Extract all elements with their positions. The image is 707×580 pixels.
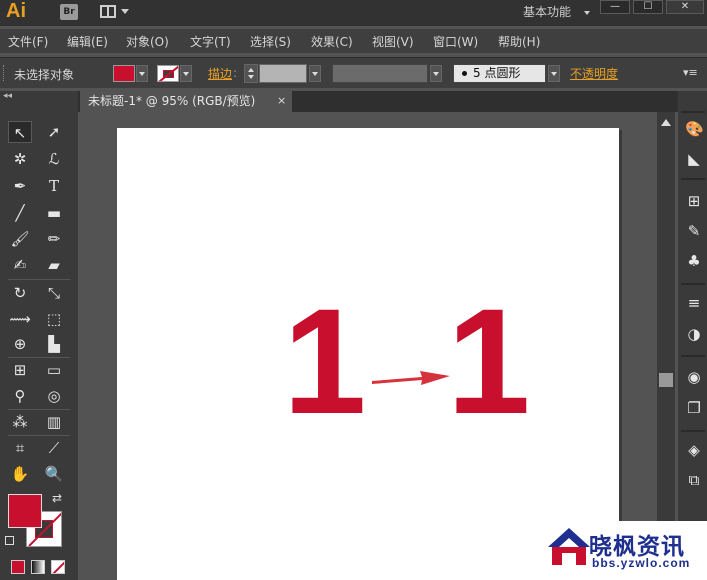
graphic-styles-icon[interactable]: ❐ [685,399,703,417]
brushes-icon[interactable]: ✎ [685,222,703,240]
direct-selection-tool-icon[interactable]: ➚ [42,121,66,143]
shape-builder-tool-icon[interactable]: ⊕ [8,333,32,355]
menu-file[interactable]: 文件(F) [8,33,48,50]
perspective-grid-tool-icon[interactable]: ▙ [42,333,66,355]
stroke-weight-spinner[interactable] [244,64,258,83]
grip-icon[interactable] [3,65,7,81]
control-bar: 未选择对象 描边 : 5 点圆形 不透明度 ▾≡ [0,57,707,88]
app-logo: Ai [6,0,26,22]
stroke-color-swatch[interactable] [157,65,179,82]
menu-bar: 文件(F) 编辑(E) 对象(O) 文字(T) 选择(S) 效果(C) 视图(V… [0,29,707,53]
pen-tool-icon[interactable]: ✒ [8,175,32,197]
panel-menu-icon[interactable]: ▾≡ [683,66,698,79]
appearance-icon[interactable]: ◉ [685,368,703,386]
pencil-tool-icon[interactable]: ✏ [42,228,66,250]
eraser-tool-icon[interactable]: ▰ [42,254,66,276]
menu-help[interactable]: 帮助(H) [498,33,540,50]
width-tool-icon[interactable]: ⟿ [8,308,32,330]
artwork-arrow[interactable] [370,368,452,388]
scale-tool-icon[interactable]: ⤡ [42,282,66,304]
arrange-documents-button[interactable] [100,4,130,20]
artwork-left-digit[interactable]: 1 [283,286,366,436]
eyedropper-tool-icon[interactable]: ⚲ [8,385,32,407]
color-icon[interactable]: 🎨 [685,120,704,138]
brush-definition-label: 5 点圆形 [473,66,521,80]
transparency-icon[interactable]: ◑ [685,325,703,343]
gradient-mode-button[interactable] [31,560,45,574]
stroke-dropdown[interactable] [180,65,192,82]
arrange-documents-icon [100,5,116,18]
fill-color-swatch[interactable] [113,65,135,82]
menu-view[interactable]: 视图(V) [372,33,414,50]
bridge-button[interactable]: Br [60,4,78,20]
blob-brush-tool-icon[interactable]: ✍ [8,254,32,276]
menu-effect[interactable]: 效果(C) [311,33,353,50]
lasso-tool-icon[interactable]: ℒ [42,148,66,170]
free-transform-tool-icon[interactable]: ⬚ [42,308,66,330]
none-slash-icon [158,66,178,81]
stroke-panel-link[interactable]: 描边 [208,65,232,82]
close-tab-icon[interactable]: × [277,94,286,107]
menu-edit[interactable]: 编辑(E) [67,33,108,50]
scroll-thumb[interactable] [659,373,673,387]
chevron-down-icon [121,9,129,14]
line-segment-tool-icon[interactable]: ╱ [8,202,32,224]
vertical-scrollbar[interactable] [657,112,675,580]
rectangle-tool-icon[interactable]: ▬ [42,202,66,224]
zoom-tool-icon[interactable]: 🔍 [42,463,66,485]
menu-window[interactable]: 窗口(W) [433,33,478,50]
stroke-weight-input[interactable] [259,64,307,83]
swatches-icon[interactable]: ⊞ [685,192,703,210]
fill-color-box[interactable] [8,494,42,528]
artwork-right-digit[interactable]: 1 [447,286,530,436]
brush-dot-icon [462,71,467,76]
menu-object[interactable]: 对象(O) [126,33,169,50]
paintbrush-tool-icon[interactable]: 🖌 [8,228,32,250]
mesh-tool-icon[interactable]: ⊞ [8,359,32,381]
gradient-tool-icon[interactable]: ▭ [42,359,66,381]
selection-status: 未选择对象 [14,68,75,82]
swap-fill-stroke-icon[interactable]: ⇄ [52,491,62,505]
default-colors-icon[interactable] [5,536,14,545]
menu-select[interactable]: 选择(S) [250,33,291,50]
workspace-switcher[interactable]: 基本功能 [523,3,571,20]
symbols-icon[interactable]: ♣ [685,252,703,270]
brush-dropdown[interactable] [548,65,560,82]
tools-panel-header[interactable]: ◂◂ [0,91,78,103]
magic-wand-tool-icon[interactable]: ✲ [8,148,32,170]
slice-tool-icon[interactable]: ⟋ [42,437,66,459]
type-tool-icon[interactable]: T [42,175,66,197]
opacity-panel-link[interactable]: 不透明度 [570,65,618,82]
hand-tool-icon[interactable]: ✋ [8,463,32,485]
fill-dropdown[interactable] [136,65,148,82]
artboard[interactable] [117,128,619,580]
blend-tool-icon[interactable]: ◎ [42,385,66,407]
layers-icon[interactable]: ◈ [685,441,703,459]
minimize-button[interactable]: — [600,0,630,14]
none-mode-button[interactable] [51,560,65,574]
color-mode-button[interactable] [11,560,25,574]
variable-width-profile[interactable] [332,64,428,83]
document-tab-title: 未标题-1* @ 95% (RGB/预览) [88,94,256,108]
column-graph-tool-icon[interactable]: ▥ [42,411,66,433]
close-button[interactable]: ✕ [666,0,704,14]
profile-dropdown[interactable] [430,65,442,82]
brush-definition[interactable]: 5 点圆形 [453,64,546,83]
stroke-weight-dropdown[interactable] [309,65,321,82]
selection-tool-icon[interactable]: ↖ [8,121,32,143]
artboards-icon[interactable]: ⧉ [685,471,703,489]
stroke-icon[interactable]: ≡ [685,294,703,312]
scroll-up-icon[interactable] [661,119,671,126]
none-slash-icon [52,561,64,573]
color-guide-icon[interactable]: ◣ [685,150,703,168]
rotate-tool-icon[interactable]: ↻ [8,282,32,304]
maximize-button[interactable]: ☐ [633,0,663,14]
chevron-down-icon [584,11,590,15]
artboard-tool-icon[interactable]: ⌗ [8,437,32,459]
symbol-sprayer-tool-icon[interactable]: ⁂ [8,411,32,433]
menu-type[interactable]: 文字(T) [190,33,231,50]
watermark-url: bbs.yzwlo.com [592,556,691,570]
document-tab[interactable]: 未标题-1* @ 95% (RGB/预览) [80,91,292,112]
